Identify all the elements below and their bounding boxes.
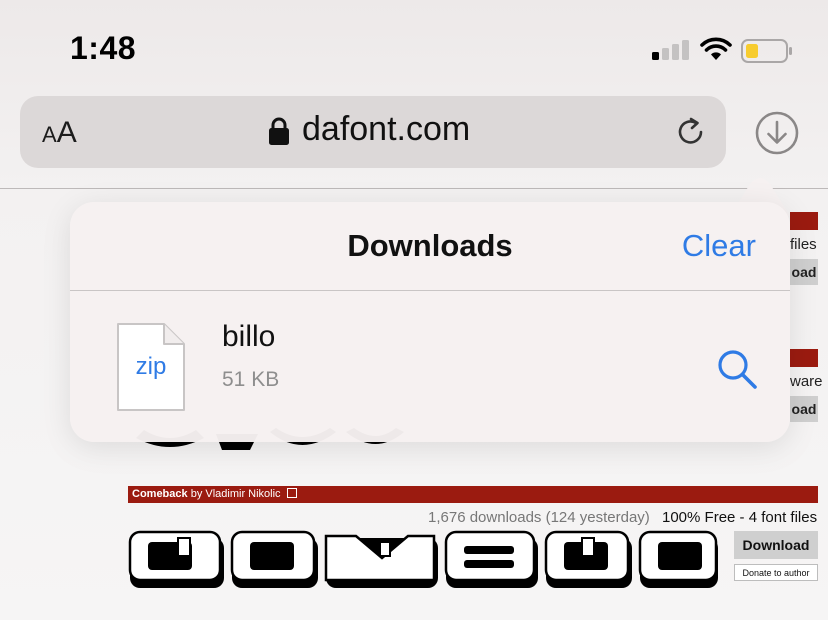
font-preview-image: [128, 530, 718, 588]
font-author-link[interactable]: by Vladimir Nikolic: [191, 488, 281, 500]
downloads-count: 1,676 downloads (124 yesterday): [428, 509, 650, 526]
font-license-text: ware: [790, 373, 823, 390]
file-name: billo: [222, 320, 276, 353]
zip-file-icon: zip: [117, 323, 185, 411]
font-title-bar: Comeback by Vladimir Nikolic: [128, 486, 818, 503]
file-size: 51 KB: [222, 368, 280, 391]
toolbar-divider: [0, 188, 828, 189]
license-info: 100% Free - 4 font files: [662, 509, 818, 526]
show-in-files-magnifier-icon[interactable]: [716, 348, 758, 390]
wifi-icon: [700, 37, 732, 60]
address-bar[interactable]: AA dafont.com: [20, 96, 726, 168]
cellular-signal-icon: [652, 40, 692, 60]
file-type-label: zip: [136, 353, 167, 380]
popover-divider: [70, 290, 790, 291]
font-name-link[interactable]: Comeback: [132, 488, 188, 500]
status-time: 1:48: [70, 30, 137, 66]
font-header-bar: [790, 349, 818, 367]
safari-screen: 1:48 AA dafont.com files oad ware oad Co…: [0, 0, 828, 620]
downloads-button-icon[interactable]: [754, 110, 800, 156]
downloads-popover: Downloads Clear zip billo 51 KB: [70, 202, 790, 442]
reload-icon[interactable]: [674, 115, 708, 149]
download-button[interactable]: Download: [734, 531, 818, 559]
clear-button[interactable]: Clear: [682, 228, 756, 264]
lock-icon: [269, 117, 289, 145]
font-files-text: files: [790, 236, 817, 253]
download-button-partial[interactable]: oad: [790, 396, 818, 422]
url-text[interactable]: dafont.com: [302, 110, 470, 149]
text-size-button[interactable]: AA: [42, 116, 77, 150]
donate-button[interactable]: Donate to author: [734, 564, 818, 581]
download-button-partial[interactable]: oad: [790, 259, 818, 285]
external-link-icon[interactable]: [286, 488, 297, 498]
font-header-bar: [790, 212, 818, 230]
battery-icon: [741, 39, 792, 63]
